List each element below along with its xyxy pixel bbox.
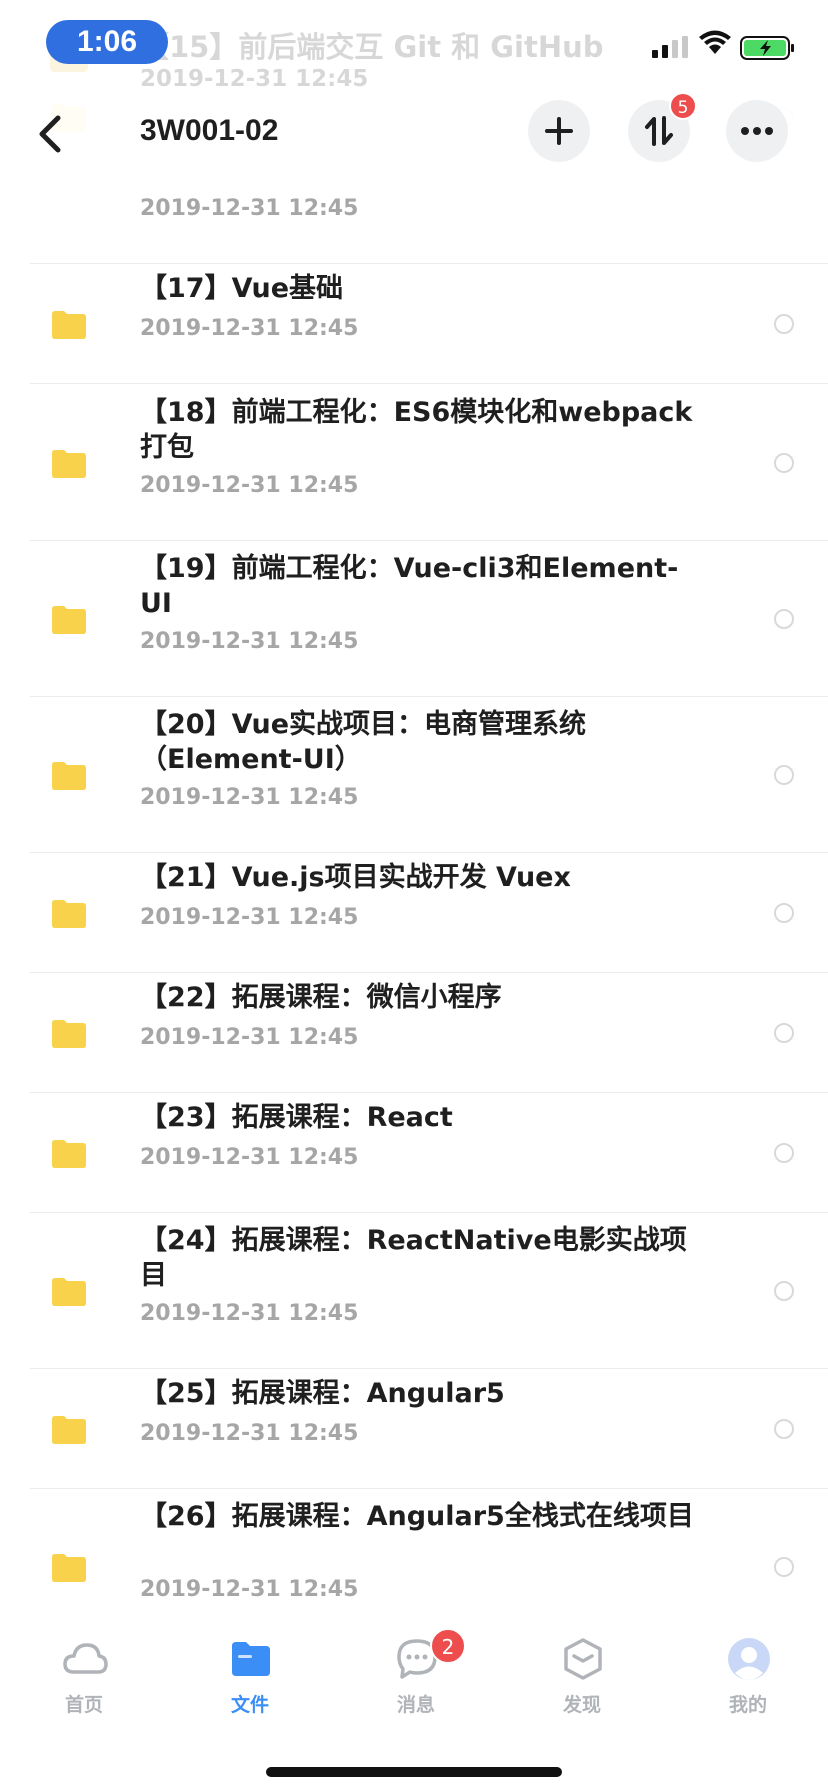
tab-label: 消息 [396, 1694, 435, 1716]
list-item[interactable]: 【18】前端工程化：ES6模块化和webpack打包 2019-12-31 12… [0, 384, 828, 541]
file-date: 2019-12-31 12:45 [140, 1025, 359, 1050]
tab-discover[interactable]: 发现 [522, 1636, 642, 1736]
select-radio[interactable] [774, 765, 794, 785]
file-date: 2019-12-31 12:45 [140, 473, 359, 498]
file-date: 2019-12-31 12:45 [140, 1145, 359, 1170]
tab-label: 文件 [230, 1694, 269, 1716]
message-count-badge: 2 [430, 1628, 466, 1664]
file-name: 【24】拓展课程：ReactNative电影实战项目 [140, 1225, 687, 1291]
file-name: 【22】拓展课程：微信小程序 [140, 982, 502, 1013]
folder-icon [52, 1140, 86, 1168]
folder-icon [52, 900, 86, 928]
file-name: 【25】拓展课程：Angular5 [140, 1378, 505, 1409]
tab-label: 我的 [728, 1694, 767, 1716]
list-item[interactable]: 【22】拓展课程：微信小程序 2019-12-31 12:45 [0, 973, 828, 1093]
folder-icon [52, 606, 86, 634]
select-radio[interactable] [774, 1419, 794, 1439]
folder-icon [232, 1642, 270, 1676]
tab-home[interactable]: 首页 [24, 1636, 144, 1736]
file-date: 2019-12-31 12:45 [140, 1301, 359, 1326]
select-radio[interactable] [774, 1023, 794, 1043]
file-date: 2019-12-31 12:45 [140, 905, 359, 930]
list-item[interactable]: 【20】Vue实战项目：电商管理系统（Element-UI） 2019-12-3… [0, 697, 828, 853]
select-radio[interactable] [774, 1557, 794, 1577]
folder-icon [52, 449, 86, 478]
list-item[interactable]: 【17】Vue基础 2019-12-31 12:45 [0, 264, 828, 384]
folder-icon [52, 1020, 86, 1048]
status-bar: 1:06 [0, 0, 828, 92]
file-date: 2019-12-31 12:45 [140, 196, 359, 221]
page-title: 3W001-02 [140, 114, 279, 147]
file-name: 【17】Vue基础 [140, 273, 344, 304]
file-name: 【21】Vue.js项目实战开发 Vuex [140, 862, 571, 893]
folder-icon [52, 1416, 86, 1444]
more-button[interactable] [726, 100, 788, 162]
home-indicator [266, 1767, 562, 1777]
select-radio[interactable] [774, 609, 794, 629]
cloud-icon [63, 1643, 108, 1674]
select-radio[interactable] [774, 1143, 794, 1163]
avatar-icon [728, 1638, 770, 1680]
transfer-count-badge: 5 [669, 92, 697, 120]
list-item[interactable]: 【21】Vue.js项目实战开发 Vuex 2019-12-31 12:45 [0, 853, 828, 973]
cellular-signal-icon [652, 36, 688, 58]
folder-icon [52, 1554, 86, 1582]
file-date: 2019-12-31 12:45 [140, 629, 359, 654]
list-item[interactable]: 【19】前端工程化：Vue-cli3和Element-UI 2019-12-31… [0, 541, 828, 697]
list-item[interactable]: 【24】拓展课程：ReactNative电影实战项目 2019-12-31 12… [0, 1213, 828, 1369]
folder-icon [52, 762, 86, 790]
list-item[interactable]: 【23】拓展课程：React 2019-12-31 12:45 [0, 1093, 828, 1213]
battery-icon [740, 36, 794, 60]
folder-icon [52, 311, 86, 339]
nav-bar: 3W001-02 5 [0, 92, 828, 176]
file-name: 【18】前端工程化：ES6模块化和webpack打包 [140, 397, 693, 463]
transfer-arrows-icon [645, 116, 673, 146]
more-dots-icon [741, 127, 773, 135]
plus-icon [545, 117, 573, 145]
folder-icon [52, 1278, 86, 1306]
add-button[interactable] [528, 100, 590, 162]
back-arrow-icon[interactable] [34, 112, 68, 156]
wifi-icon [699, 30, 731, 54]
file-date: 2019-12-31 12:45 [140, 785, 359, 810]
file-date: 2019-12-31 12:45 [140, 1421, 359, 1446]
tab-label: 首页 [64, 1694, 103, 1716]
tab-files[interactable]: 文件 [190, 1636, 310, 1736]
file-name: 【26】拓展课程：Angular5全栈式在线项目 [140, 1501, 694, 1532]
select-radio[interactable] [774, 903, 794, 923]
select-radio[interactable] [774, 1281, 794, 1301]
cube-icon [564, 1638, 602, 1680]
list-item[interactable]: 【25】拓展课程：Angular5 2019-12-31 12:45 [0, 1369, 828, 1489]
tab-label: 发现 [562, 1694, 601, 1716]
select-radio[interactable] [774, 452, 794, 473]
file-name: 【20】Vue实战项目：电商管理系统（Element-UI） [140, 709, 587, 775]
select-radio[interactable] [774, 314, 794, 334]
file-date: 2019-12-31 12:45 [140, 316, 359, 341]
tab-me[interactable]: 我的 [688, 1636, 808, 1736]
file-name: 【19】前端工程化：Vue-cli3和Element-UI [140, 553, 679, 619]
tab-bar: 首页 文件 消息 2 发现 我的 [0, 1618, 828, 1792]
file-name: 【23】拓展课程：React [140, 1102, 453, 1133]
status-time: 1:06 [46, 20, 168, 64]
file-date: 2019-12-31 12:45 [140, 1577, 359, 1602]
